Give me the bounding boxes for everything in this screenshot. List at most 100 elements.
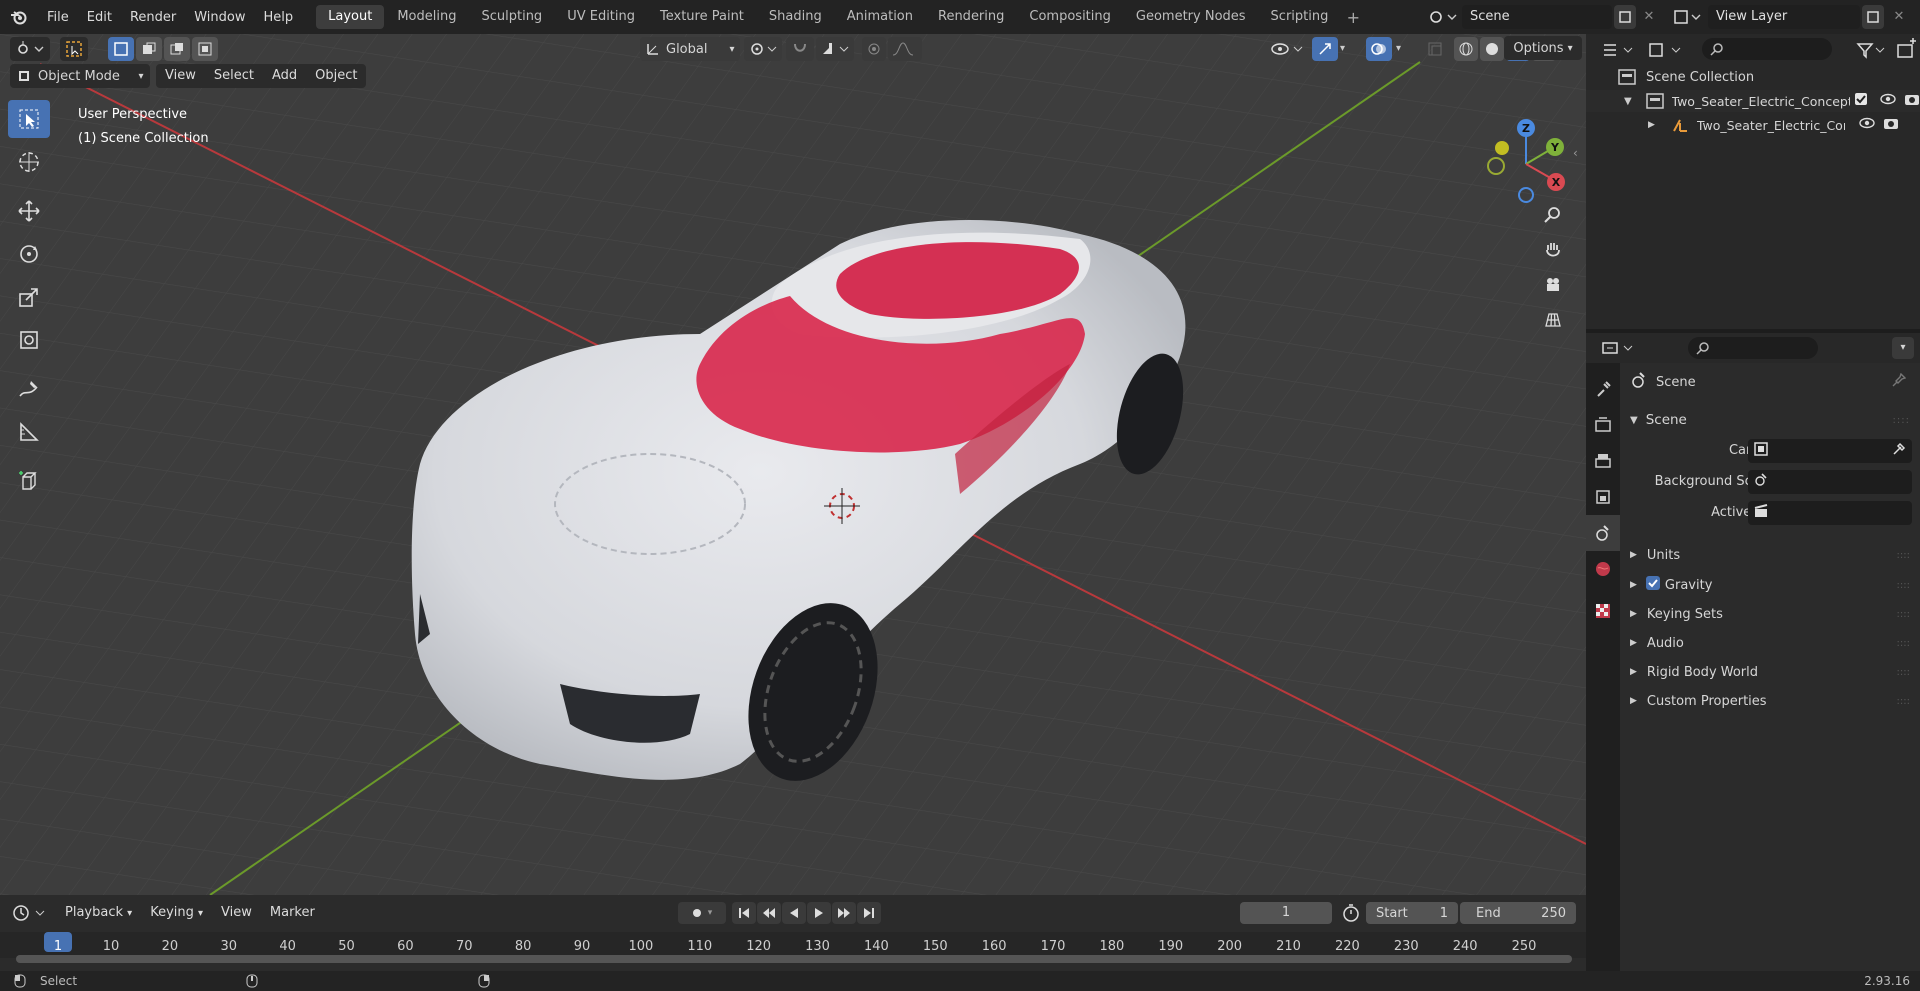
select-new-icon[interactable] (108, 37, 134, 61)
overlays-dropdown-icon[interactable]: ▾ (1396, 37, 1414, 61)
drag-handle-icon[interactable]: :::: (1897, 696, 1910, 707)
delete-view-layer-icon[interactable]: ✕ (1890, 5, 1908, 29)
add-workspace-icon[interactable]: + (1341, 8, 1365, 27)
units-panel-header[interactable]: ▶ Units :::: (1630, 544, 1910, 566)
proportional-edit-icon[interactable] (862, 37, 886, 61)
wireframe-shading-icon[interactable] (1454, 37, 1478, 61)
outliner-row[interactable]: ▶ Two_Seater_Electric_Con (1586, 114, 1920, 136)
outliner-search-input[interactable] (1702, 38, 1832, 60)
scene-section-header[interactable]: ▼ Scene :::: (1630, 409, 1910, 431)
gizmo-dropdown-icon[interactable]: ▾ (1340, 37, 1358, 61)
menu-view[interactable]: View (156, 64, 205, 88)
custom-properties-panel-header[interactable]: ▶ Custom Properties :::: (1630, 690, 1910, 712)
gravity-panel-header[interactable]: ▶ Gravity :::: (1630, 574, 1910, 596)
camera-render-icon[interactable] (1883, 116, 1899, 134)
new-collection-icon[interactable] (1894, 38, 1918, 62)
eye-icon[interactable] (1859, 117, 1875, 133)
drag-handle-icon[interactable]: :::: (1897, 667, 1910, 678)
cursor-tool[interactable] (8, 143, 50, 181)
expand-arrow-icon[interactable]: ▶ (1648, 120, 1655, 130)
annotate-tool[interactable] (8, 370, 50, 408)
outliner-row[interactable]: ▼ Two_Seater_Electric_Concept_ (1586, 90, 1920, 112)
timeline-editor-type-button[interactable] (10, 901, 50, 925)
display-mode-button[interactable] (1646, 38, 1686, 62)
eye-icon[interactable] (1880, 93, 1896, 109)
scene-selector-button[interactable] (1424, 5, 1460, 29)
keying-sets-panel-header[interactable]: ▶ Keying Sets :::: (1630, 603, 1910, 625)
transform-orientation-dropdown[interactable]: Global ▾ (640, 37, 740, 61)
ortho-grid-icon[interactable] (1538, 305, 1568, 335)
auto-keying-button[interactable]: ▾ (678, 902, 726, 924)
menu-edit[interactable]: Edit (78, 10, 121, 25)
select-invert-icon[interactable] (192, 37, 218, 61)
snap-toggle-icon[interactable] (786, 37, 814, 61)
tab-compositing[interactable]: Compositing (1017, 5, 1123, 29)
pin-icon[interactable] (1892, 372, 1907, 391)
properties-options-dropdown[interactable]: ▾ (1892, 337, 1914, 359)
rigid-body-world-panel-header[interactable]: ▶ Rigid Body World :::: (1630, 661, 1910, 683)
visibility-button[interactable] (1268, 37, 1306, 61)
camera-field[interactable] (1748, 439, 1912, 463)
measure-tool[interactable] (8, 413, 50, 451)
scale-tool[interactable] (8, 278, 50, 316)
tab-output[interactable] (1586, 443, 1620, 479)
tab-texture-paint[interactable]: Texture Paint (648, 5, 756, 29)
pivot-point-button[interactable] (744, 37, 782, 61)
tab-geometry-nodes[interactable]: Geometry Nodes (1124, 5, 1258, 29)
navigation-gizmo[interactable]: Z Y X (1480, 106, 1580, 206)
properties-editor-type-button[interactable] (1600, 336, 1636, 360)
scene-name-field[interactable]: Scene (1462, 5, 1612, 29)
expand-arrow-icon[interactable]: ▼ (1624, 96, 1632, 107)
tab-animation[interactable]: Animation (835, 5, 925, 29)
checkbox-icon[interactable] (1854, 92, 1868, 110)
outliner-scene-collection-row[interactable]: Scene Collection (1586, 66, 1920, 88)
camera-view-icon[interactable] (1538, 270, 1568, 300)
tab-scripting[interactable]: Scripting (1259, 5, 1341, 29)
camera-render-icon[interactable] (1904, 92, 1920, 110)
editor-type-button[interactable] (10, 37, 50, 61)
next-keyframe-icon[interactable] (832, 902, 856, 924)
play-reverse-icon[interactable] (782, 902, 806, 924)
menu-keying[interactable]: Keying ▾ (141, 901, 212, 925)
overlays-toggle-icon[interactable] (1366, 37, 1392, 61)
tab-modeling[interactable]: Modeling (385, 5, 468, 29)
filter-icon[interactable] (1854, 38, 1888, 62)
falloff-button[interactable] (888, 37, 922, 61)
drag-handle-icon[interactable]: :::: (1897, 609, 1910, 620)
view-layer-selector-button[interactable] (1670, 5, 1704, 29)
menu-add[interactable]: Add (263, 64, 306, 88)
transform-tool[interactable] (8, 321, 50, 359)
end-frame-field[interactable]: End 250 (1460, 902, 1576, 924)
timeline-scrollbar[interactable] (16, 955, 1572, 963)
snap-target-button[interactable] (816, 37, 854, 61)
tab-render[interactable] (1586, 407, 1620, 443)
tab-world[interactable] (1586, 551, 1620, 587)
outliner-editor-type-button[interactable] (1600, 38, 1638, 62)
object-mode-dropdown[interactable]: Object Mode ▾ (10, 64, 150, 88)
tab-tool[interactable] (1586, 371, 1620, 407)
tab-layout[interactable]: Layout (316, 5, 385, 29)
move-tool[interactable] (8, 192, 50, 230)
gravity-checkbox[interactable] (1645, 575, 1661, 595)
solid-shading-icon[interactable] (1480, 37, 1504, 61)
zoom-icon[interactable] (1538, 200, 1568, 230)
select-extend-icon[interactable] (136, 37, 162, 61)
select-subtract-icon[interactable] (164, 37, 190, 61)
options-dropdown[interactable]: Options ▾ (1504, 36, 1582, 60)
audio-panel-header[interactable]: ▶ Audio :::: (1630, 632, 1910, 654)
3d-viewport[interactable]: Global ▾ ▾ ▾ Object Mode ▾ View Select A… (0, 34, 1586, 895)
stopwatch-icon[interactable] (1340, 902, 1362, 924)
drag-handle-icon[interactable]: :::: (1893, 415, 1910, 426)
menu-render[interactable]: Render (121, 10, 185, 25)
tab-uv-editing[interactable]: UV Editing (555, 5, 647, 29)
timeline-scrollbar-thumb[interactable] (16, 955, 1572, 963)
add-cube-tool[interactable] (8, 462, 50, 500)
collapse-arrow-icon[interactable]: ‹ (1573, 146, 1578, 160)
new-scene-icon[interactable] (1614, 5, 1636, 29)
pan-hand-icon[interactable] (1538, 235, 1568, 265)
jump-start-icon[interactable] (732, 902, 756, 924)
menu-playback[interactable]: Playback ▾ (56, 901, 141, 925)
tab-rendering[interactable]: Rendering (926, 5, 1016, 29)
start-frame-field[interactable]: Start 1 (1366, 902, 1458, 924)
play-icon[interactable] (807, 902, 831, 924)
